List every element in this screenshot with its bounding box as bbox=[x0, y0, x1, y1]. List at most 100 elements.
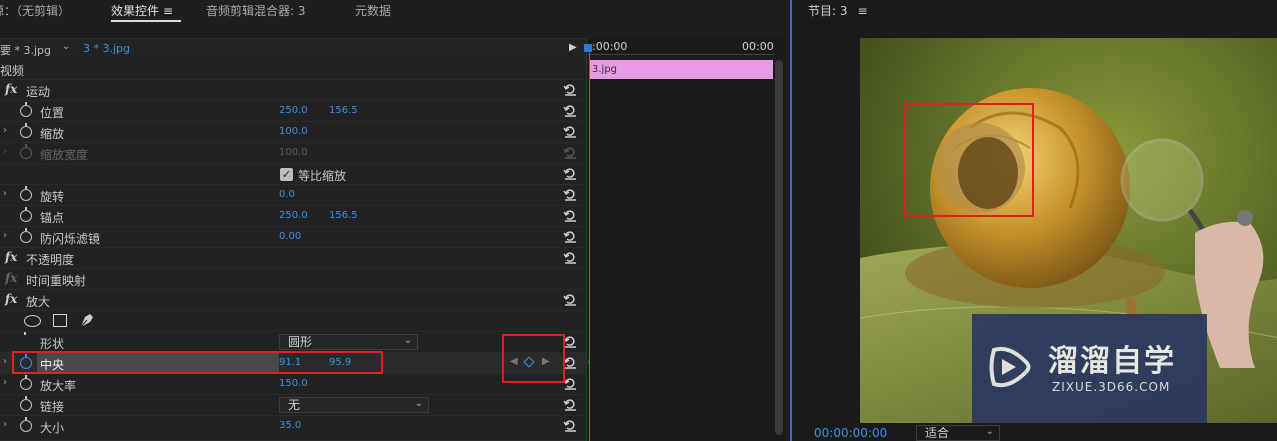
uniform-scale-row[interactable]: ✓ 等比缩放 bbox=[0, 164, 586, 185]
rotation-row[interactable]: › 旋转 0.0 bbox=[0, 185, 586, 206]
stopwatch-icon bbox=[20, 144, 32, 159]
link-dropdown-value: 无 bbox=[288, 398, 301, 412]
link-row[interactable]: 链接 无 ⌄ bbox=[0, 395, 586, 416]
playhead-handle[interactable] bbox=[584, 44, 592, 52]
vertical-scrollbar[interactable] bbox=[775, 60, 783, 435]
tab-effect-controls-label: 效果控件 bbox=[111, 4, 160, 18]
scale-row[interactable]: › 缩放 100.0 bbox=[0, 122, 586, 143]
panel-menu-icon[interactable]: ≡ bbox=[858, 4, 868, 18]
chevron-right-icon[interactable]: › bbox=[3, 230, 7, 241]
motion-label: 运动 bbox=[26, 85, 51, 99]
reset-icon[interactable] bbox=[563, 376, 577, 390]
reset-icon[interactable] bbox=[563, 334, 577, 348]
uniform-scale-checkbox[interactable]: ✓ bbox=[280, 168, 293, 181]
stopwatch-placeholder bbox=[20, 332, 32, 348]
reset-icon[interactable] bbox=[563, 397, 577, 411]
chevron-right-icon[interactable]: › bbox=[3, 377, 7, 388]
reset-icon[interactable] bbox=[563, 208, 577, 222]
tab-source[interactable]: 源：（无剪辑） bbox=[0, 2, 70, 19]
link-dropdown[interactable]: 无 ⌄ bbox=[279, 397, 429, 413]
reset-icon[interactable] bbox=[563, 355, 577, 369]
ruler-line bbox=[587, 54, 775, 55]
link-label: 链接 bbox=[40, 400, 65, 414]
size-value[interactable]: 35.0 bbox=[279, 420, 301, 431]
reset-icon[interactable] bbox=[563, 103, 577, 117]
fit-dropdown[interactable]: 适合 ⌄ bbox=[916, 425, 1000, 441]
timeline-clip[interactable]: 3.jpg bbox=[589, 60, 773, 79]
ruler-end-time: 00:00 bbox=[742, 40, 774, 53]
ellipse-mask-icon[interactable] bbox=[24, 315, 41, 327]
stopwatch-icon[interactable] bbox=[20, 207, 32, 222]
scale-value[interactable]: 100.0 bbox=[279, 126, 308, 137]
rotation-value[interactable]: 0.0 bbox=[279, 189, 295, 200]
magnification-value[interactable]: 150.0 bbox=[279, 378, 308, 389]
anchor-y-value[interactable]: 156.5 bbox=[329, 210, 358, 221]
play-triangle-icon[interactable]: ▶ bbox=[569, 42, 577, 53]
chevron-right-icon[interactable]: › bbox=[3, 125, 7, 136]
reset-icon[interactable] bbox=[563, 292, 577, 306]
panel-menu-icon[interactable]: ≡ bbox=[163, 4, 173, 18]
center-highlight-box bbox=[12, 351, 383, 374]
program-preview-image[interactable]: 溜溜自学 ZIXUE.3D66.COM bbox=[860, 38, 1277, 423]
chevron-down-icon: ⌄ bbox=[403, 335, 412, 346]
reset-icon[interactable] bbox=[563, 418, 577, 432]
stopwatch-icon[interactable] bbox=[20, 375, 32, 390]
stopwatch-icon[interactable] bbox=[20, 396, 32, 411]
motion-effect-row[interactable]: fx 运动 bbox=[0, 80, 586, 101]
shape-row[interactable]: 形状 圆形 ⌄ bbox=[0, 332, 586, 353]
fx-icon[interactable]: fx bbox=[5, 292, 17, 306]
rectangle-mask-icon[interactable] bbox=[53, 314, 67, 327]
keyframe-highlight-box bbox=[502, 334, 565, 383]
stopwatch-icon[interactable] bbox=[20, 417, 32, 432]
magnification-row[interactable]: › 放大率 150.0 bbox=[0, 374, 586, 395]
clip-tab[interactable]: 3 * 3.jpg bbox=[83, 42, 130, 55]
reset-icon[interactable] bbox=[563, 187, 577, 201]
opacity-effect-row[interactable]: fx 不透明度 bbox=[0, 248, 586, 269]
playhead[interactable] bbox=[589, 46, 590, 441]
position-row[interactable]: 位置 250.0 156.5 bbox=[0, 101, 586, 122]
chevron-down-icon: ⌄ bbox=[985, 426, 994, 437]
magnify-target-highlight bbox=[904, 103, 1034, 217]
anchor-row[interactable]: 锚点 250.0 156.5 bbox=[0, 206, 586, 227]
reset-icon[interactable] bbox=[563, 229, 577, 243]
fx-icon[interactable]: fx bbox=[5, 250, 17, 264]
stopwatch-icon[interactable] bbox=[20, 228, 32, 243]
tab-effect-controls[interactable]: 效果控件 ≡ bbox=[111, 2, 173, 19]
position-x-value[interactable]: 250.0 bbox=[279, 105, 308, 116]
size-row[interactable]: › 大小 35.0 bbox=[0, 416, 586, 441]
magnify-effect-row[interactable]: fx 放大 bbox=[0, 290, 586, 311]
position-y-value[interactable]: 156.5 bbox=[329, 105, 358, 116]
reset-icon[interactable] bbox=[563, 166, 577, 180]
panel-tab-bar: 源：（无剪辑） 效果控件≡ 音频剪辑混合器: 3 元数据 bbox=[0, 0, 788, 22]
stopwatch-icon[interactable] bbox=[20, 123, 32, 138]
antiflicker-row[interactable]: › 防闪烁滤镜 0.00 bbox=[0, 227, 586, 248]
tab-audio-mixer[interactable]: 音频剪辑混合器: 3 bbox=[206, 2, 306, 19]
scale-width-label: 缩放宽度 bbox=[40, 148, 89, 162]
mask-tools-row bbox=[0, 311, 586, 332]
reset-icon[interactable] bbox=[563, 82, 577, 96]
stopwatch-icon[interactable] bbox=[20, 102, 32, 117]
chevron-down-icon[interactable]: ⌄ bbox=[62, 41, 70, 52]
antiflicker-value[interactable]: 0.00 bbox=[279, 231, 301, 242]
chevron-right-icon[interactable]: › bbox=[3, 419, 7, 430]
fx-icon[interactable]: fx bbox=[5, 82, 17, 96]
reset-icon[interactable] bbox=[563, 250, 577, 264]
master-clip-tab[interactable]: 要 * 3.jpg bbox=[0, 42, 51, 58]
program-title[interactable]: 节目: 3 ≡ bbox=[808, 2, 868, 19]
scale-width-value: 100.0 bbox=[279, 147, 308, 158]
shape-dropdown[interactable]: 圆形 ⌄ bbox=[279, 334, 418, 350]
stopwatch-icon[interactable] bbox=[20, 186, 32, 201]
scale-width-row: › 缩放宽度 100.0 bbox=[0, 143, 586, 164]
anchor-x-value[interactable]: 250.0 bbox=[279, 210, 308, 221]
time-remap-row[interactable]: fx 时间重映射 bbox=[0, 269, 586, 290]
tab-metadata[interactable]: 元数据 bbox=[355, 2, 391, 19]
chevron-right-icon[interactable]: › bbox=[3, 188, 7, 199]
time-ruler[interactable]: :00:00 00:00 bbox=[587, 38, 787, 58]
timeline-clip-name: 3.jpg bbox=[592, 64, 618, 75]
chevron-right-icon[interactable]: › bbox=[3, 356, 7, 367]
effect-timeline[interactable]: :00:00 00:00 3.jpg › bbox=[584, 38, 787, 441]
program-timecode[interactable]: 00:00:00:00 bbox=[814, 426, 887, 440]
pen-mask-icon[interactable] bbox=[79, 312, 95, 332]
reset-icon[interactable] bbox=[563, 124, 577, 138]
uniform-scale-label: 等比缩放 bbox=[298, 169, 347, 183]
